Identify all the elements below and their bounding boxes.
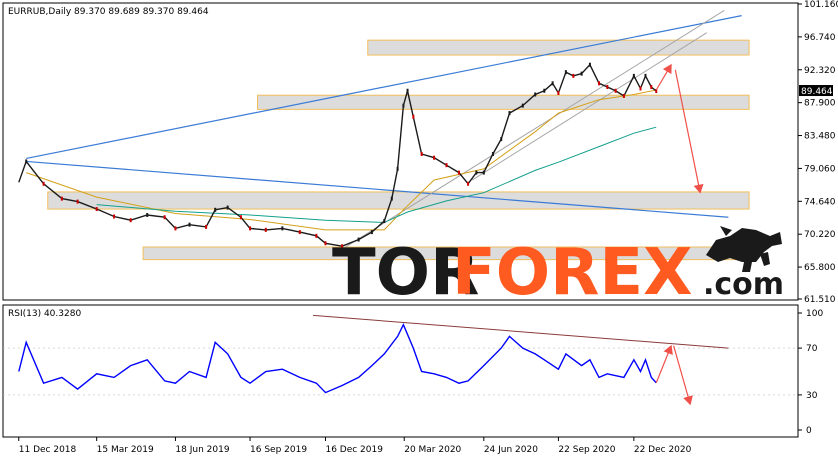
price-tick-label: 92.320 — [804, 66, 836, 76]
time-tick-label: 24 Jun 2020 — [484, 445, 538, 455]
price-tick-label: 87.900 — [804, 99, 836, 109]
price-tag: 89.464 — [799, 85, 833, 97]
time-tick-label: 20 Mar 2020 — [404, 445, 461, 455]
time-tick-label: 16 Sep 2019 — [250, 445, 307, 455]
price-tick-label: 96.740 — [804, 33, 836, 43]
rsi-tick-label: 30 — [806, 391, 818, 401]
rsi-header: RSI(13) 40.3280 — [8, 309, 81, 319]
rsi-panel: 100 70 30 0 RSI(13) 40.3280 — [2, 304, 823, 438]
logo-forex: FOREX — [452, 236, 692, 310]
time-tick-label: 22 Dec 2020 — [634, 445, 692, 455]
price-tick-label: 74.640 — [804, 197, 836, 207]
price-tick-label: 61.510 — [804, 295, 836, 305]
price-tick-label: 101.160 — [804, 0, 838, 10]
price-tick-label: 79.060 — [804, 164, 836, 174]
time-tick-label: 22 Sep 2020 — [558, 445, 615, 455]
rsi-tick-label: 70 — [806, 344, 818, 354]
time-tick-label: 18 Jun 2019 — [175, 445, 229, 455]
time-tick-label: 16 Dec 2019 — [325, 445, 383, 455]
rsi-tick-label: 100 — [806, 309, 823, 319]
time-tick-label: 11 Dec 2018 — [19, 445, 77, 455]
rsi-tick-label: 0 — [806, 426, 812, 436]
chart-header: EURRUB,Daily 89.370 89.689 89.370 89.464 — [8, 7, 209, 17]
price-tag-value: 89.464 — [801, 87, 833, 97]
price-tick-label: 70.220 — [804, 230, 836, 240]
chart: 101.160 96.740 92.320 87.900 83.480 79.060 74.… — [0, 0, 838, 458]
price-tick-label: 65.800 — [804, 263, 836, 273]
price-zone — [47, 191, 750, 210]
logo-com: .com — [703, 267, 784, 302]
price-tick-label: 83.480 — [804, 132, 836, 142]
time-tick-label: 15 Mar 2019 — [97, 445, 154, 455]
